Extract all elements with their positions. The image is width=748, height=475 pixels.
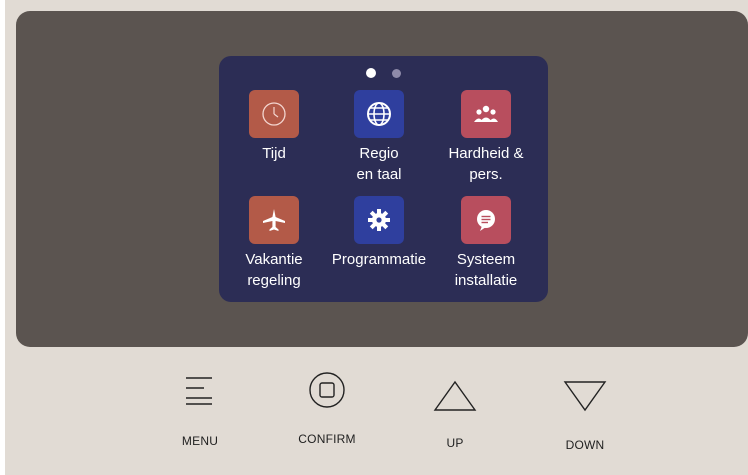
tile-programmatie[interactable]: Programmatie (324, 196, 434, 270)
tile-label-line2: en taal (356, 166, 402, 183)
confirm-icon (309, 372, 345, 408)
tile-regio[interactable]: Regio en taal (324, 90, 434, 185)
tile-label-line1: Systeem (456, 251, 516, 268)
tile-tijd[interactable]: Tijd (219, 90, 329, 164)
tile-hardheid[interactable]: Hardheid & pers. (431, 90, 541, 185)
lcd-screen: Tijd Regio en taal Hardheid & pers. Vaka… (219, 56, 548, 302)
tile-label-line1: Vakantie (245, 251, 303, 268)
tile-label-line1: Regio (359, 145, 399, 162)
page-indicator (219, 68, 548, 78)
tile-label-line1: Hardheid & (448, 145, 524, 162)
menu-button[interactable]: MENU (170, 370, 230, 448)
tile-label-line1: Programmatie (331, 251, 427, 268)
gear-icon (354, 196, 404, 244)
globe-icon (354, 90, 404, 138)
people-icon (461, 90, 511, 138)
airplane-icon (249, 196, 299, 244)
tile-systeem[interactable]: Systeem installatie (431, 196, 541, 291)
tile-label-line2: installatie (454, 272, 518, 289)
up-button[interactable]: UP (425, 378, 485, 450)
clock-icon (249, 90, 299, 138)
device-panel: Tijd Regio en taal Hardheid & pers. Vaka… (5, 0, 748, 475)
chat-icon (461, 196, 511, 244)
menu-icon (186, 377, 212, 405)
tile-label-line2: regeling (247, 272, 301, 289)
up-arrow-icon (433, 380, 477, 411)
confirm-button-label: CONFIRM (298, 432, 356, 446)
tile-label-line1: Tijd (262, 145, 286, 162)
down-button[interactable]: DOWN (555, 378, 615, 452)
up-button-label: UP (446, 436, 464, 450)
down-button-label: DOWN (565, 438, 605, 452)
page-dot-active[interactable] (366, 68, 376, 78)
menu-button-label: MENU (181, 434, 219, 448)
down-arrow-icon (563, 381, 607, 412)
tile-vakantie[interactable]: Vakantie regeling (219, 196, 329, 291)
tile-label-line2: pers. (469, 166, 503, 183)
confirm-button[interactable]: CONFIRM (287, 370, 367, 446)
page-dot-inactive[interactable] (392, 69, 401, 78)
